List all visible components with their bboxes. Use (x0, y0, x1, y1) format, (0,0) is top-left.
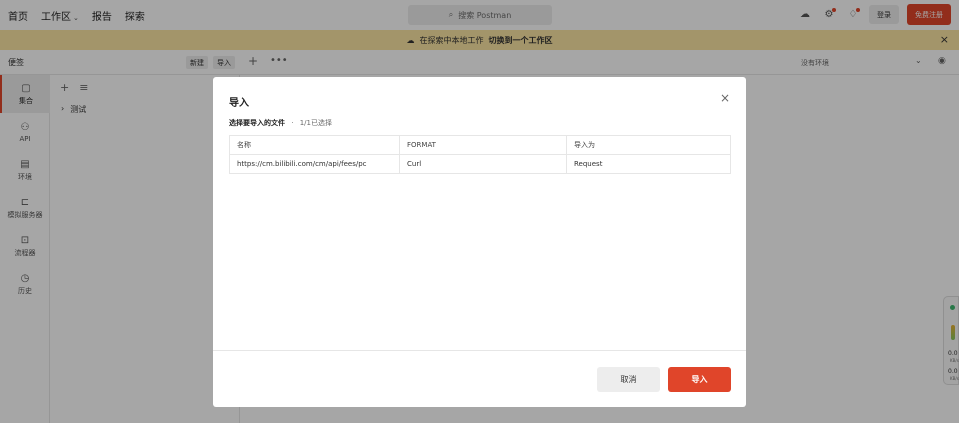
close-icon[interactable]: × (720, 91, 730, 105)
dialog-title: 导入 (229, 98, 249, 109)
column-header-name: 名称 (229, 135, 400, 155)
import-dialog: 导入 × 选择要导入的文件 · 1/1已选择 名称 FORMAT 导入为 htt… (213, 77, 746, 407)
file-name-cell: https://cm.bilibili.com/cm/api/fees/pc (229, 154, 400, 174)
files-heading: 选择要导入的文件 (229, 119, 285, 127)
files-label: 选择要导入的文件 · 1/1已选择 (229, 118, 332, 128)
import-files-table: 名称 FORMAT 导入为 https://cm.bilibili.com/cm… (229, 135, 731, 174)
cancel-button[interactable]: 取消 (597, 367, 660, 392)
table-header-row: 名称 FORMAT 导入为 (229, 135, 731, 155)
selection-separator: · (291, 119, 294, 127)
selection-count: 1/1已选择 (299, 119, 332, 127)
table-row[interactable]: https://cm.bilibili.com/cm/api/fees/pc C… (229, 154, 731, 174)
import-button[interactable]: 导入 (668, 367, 731, 392)
import-as-cell[interactable]: Request (566, 154, 731, 174)
dialog-footer: 取消 导入 (213, 350, 746, 407)
column-header-import-as: 导入为 (566, 135, 731, 155)
column-header-format: FORMAT (399, 135, 567, 155)
format-cell: Curl (399, 154, 567, 174)
